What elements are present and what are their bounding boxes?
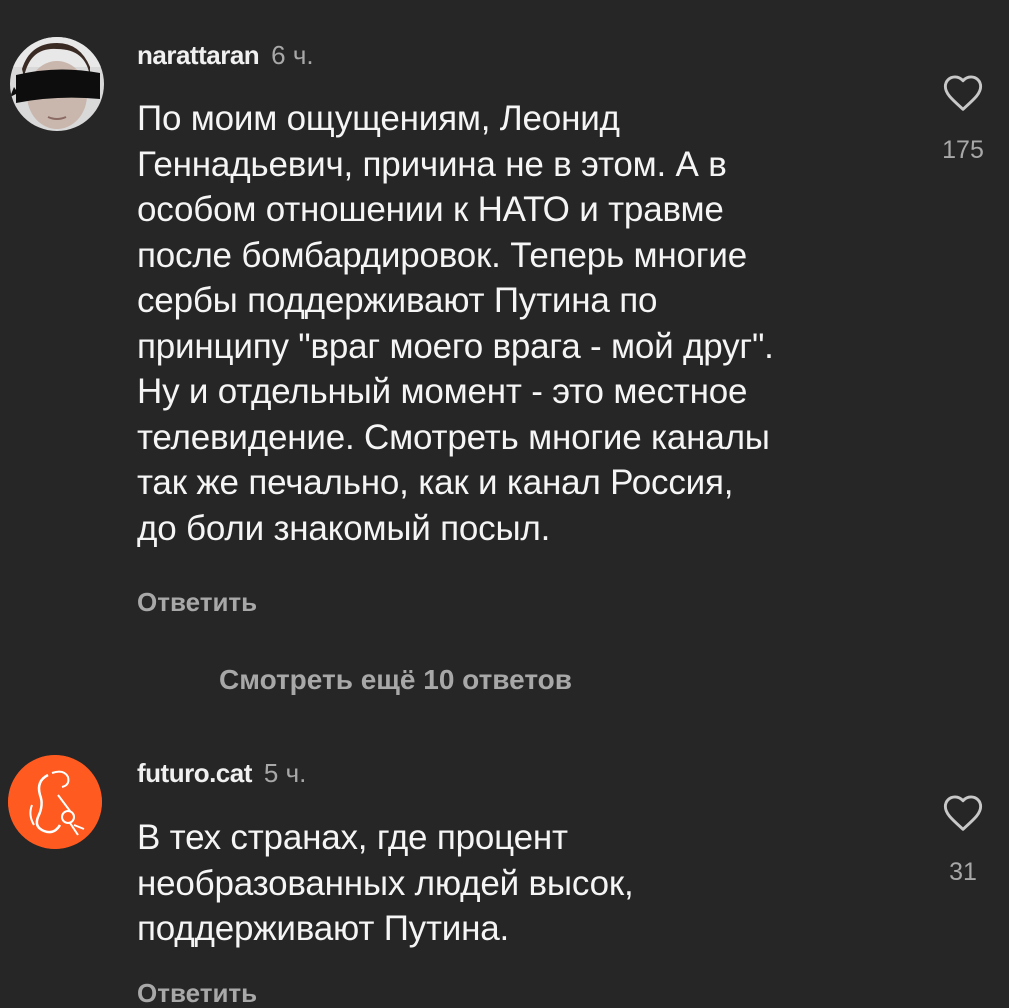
timestamp: 6 ч.	[271, 40, 314, 70]
comment-line: поддерживают Путина.	[137, 909, 510, 948]
comment-line: По моим ощущениям, Леонид	[137, 99, 620, 138]
comment-line: принципу "враг моего врага - мой друг".	[137, 326, 774, 366]
reply-button[interactable]: Ответить	[137, 587, 257, 617]
comment-text: По моим ощущениям, Леонид Геннадьевич, п…	[137, 96, 774, 551]
like-count: 175	[942, 136, 984, 164]
avatar[interactable]	[8, 755, 102, 849]
comment-line: особом отношении к НАТО и травме	[137, 190, 724, 229]
comment-meta: futuro.cat 5 ч.	[137, 758, 306, 788]
like-count: 31	[949, 858, 977, 886]
heart-outline-icon[interactable]	[941, 72, 985, 112]
comment-line: так же печально, как и канал Россия,	[137, 463, 734, 502]
comment-meta: narattaran 6 ч.	[137, 40, 314, 70]
comment-line: до боли знакомый посыл.	[137, 508, 551, 548]
like-area: 175	[933, 72, 993, 165]
comment-line: Ну и отдельный момент - это местное	[137, 372, 748, 411]
username[interactable]: futuro.cat	[137, 758, 252, 788]
comment-line: Геннадьевич, причина не в этом. А в	[137, 144, 727, 184]
username[interactable]: narattaran	[137, 40, 260, 70]
avatar-photo-icon	[10, 37, 104, 131]
heart-outline-icon[interactable]	[941, 792, 985, 832]
view-more-replies-button[interactable]: Смотреть ещё 10 ответов	[219, 664, 572, 696]
comment-line: необразованных людей высок,	[137, 863, 634, 903]
comment-line: сербы поддерживают Путина по	[137, 281, 658, 320]
cat-logo-icon	[8, 755, 102, 849]
comment-line: В тех странах, где процент	[137, 818, 568, 857]
timestamp: 5 ч.	[263, 758, 307, 788]
comment-line: после бомбардировок. Теперь многие	[137, 235, 747, 275]
like-area: 31	[933, 792, 993, 887]
reply-button[interactable]: Ответить	[137, 978, 257, 1008]
comment-text: В тех странах, где процент необразованны…	[137, 815, 634, 952]
comment-line: телевидение. Смотреть многие каналы	[137, 417, 770, 457]
avatar[interactable]	[10, 37, 104, 131]
